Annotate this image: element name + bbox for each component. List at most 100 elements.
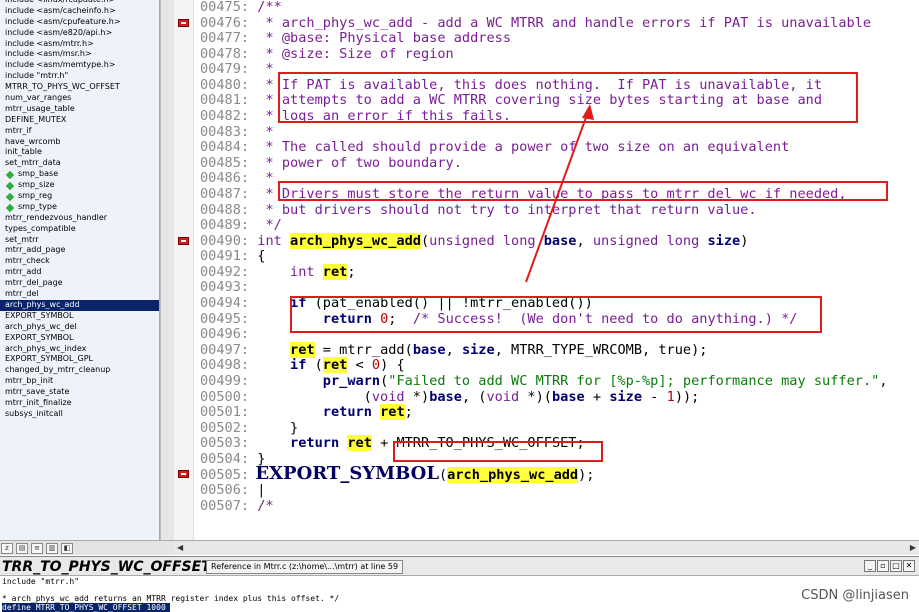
code-token: void bbox=[371, 388, 405, 405]
code-token: size bbox=[609, 388, 643, 405]
symbol-item-label: EXPORT_SYMBOL bbox=[5, 310, 74, 320]
code-token: return bbox=[290, 435, 340, 452]
code-token: ) { bbox=[380, 357, 405, 374]
symbol-item-label: mtrr_if bbox=[5, 125, 32, 135]
symbol-item[interactable]: EXPORT_SYMBOL bbox=[0, 311, 159, 322]
symbol-item-label: arch_phys_wc_add bbox=[5, 299, 80, 309]
code-token: ret bbox=[322, 263, 348, 280]
symbol-item[interactable]: set_mtrr_data bbox=[0, 158, 159, 169]
maximize-icon[interactable]: □ bbox=[890, 560, 902, 572]
code-token: , bbox=[576, 232, 593, 249]
symbol-item[interactable]: include <asm/e820/api.h> bbox=[0, 28, 159, 39]
symbol-item[interactable]: arch_phys_wc_add bbox=[0, 299, 159, 311]
symbol-item[interactable]: mtrr_del bbox=[0, 289, 159, 300]
function-marker-icon[interactable] bbox=[178, 236, 189, 245]
code-token: * power of two boundary. bbox=[249, 154, 462, 171]
code-token: * The called should provide a power of t… bbox=[249, 139, 790, 156]
symbol-item[interactable]: smp_type bbox=[0, 202, 159, 213]
symbol-item-label: types_compatible bbox=[5, 223, 76, 233]
symbol-item-label: subsys_initcall bbox=[5, 408, 63, 418]
symbol-item[interactable]: EXPORT_SYMBOL_GPL bbox=[0, 354, 159, 365]
symbol-item[interactable]: mtrr_save_state bbox=[0, 387, 159, 398]
code-token: */ bbox=[249, 217, 282, 234]
line-number: 00487: bbox=[200, 185, 250, 202]
context-reference-dropdown[interactable]: Reference in Mtrr.c (z:\home\...\mtrr) a… bbox=[206, 560, 404, 574]
code-token: * @size: Size of region bbox=[249, 45, 454, 62]
code-token: , MTRR_TYPE_WRCOMB, true); bbox=[494, 341, 708, 358]
code-token: ( bbox=[438, 467, 448, 484]
line-number: 00498: bbox=[200, 357, 250, 374]
symbol-item-label: DEFINE_MUTEX bbox=[5, 114, 67, 124]
symbol-item[interactable]: init_table bbox=[0, 147, 159, 158]
code-token: , bbox=[879, 372, 888, 389]
category-icon[interactable]: ▤ bbox=[16, 542, 28, 554]
symbol-item[interactable]: mtrr_usage_table bbox=[0, 104, 159, 115]
line-number: 00497: bbox=[200, 341, 250, 358]
symbol-item[interactable]: include <asm/msr.h> bbox=[0, 49, 159, 60]
symbol-item[interactable]: mtrr_bp_init bbox=[0, 376, 159, 387]
code-token: ( bbox=[306, 357, 323, 374]
symbol-item-label: changed_by_mtrr_cleanup bbox=[5, 365, 111, 375]
symbol-item-label: include "mtrr.h" bbox=[5, 71, 69, 81]
symbol-item[interactable]: smp_base bbox=[0, 169, 159, 180]
symbol-item[interactable]: smp_reg bbox=[0, 191, 159, 202]
browse-icon[interactable]: ◧ bbox=[61, 542, 73, 554]
code-line: 00478: * @size: Size of region bbox=[200, 46, 454, 62]
symbol-item[interactable]: have_wrcomb bbox=[0, 137, 159, 148]
symbol-item-label: EXPORT_SYMBOL bbox=[5, 332, 74, 342]
symbol-item[interactable]: set_mtrr bbox=[0, 235, 159, 246]
scroll-right-icon[interactable]: ▶ bbox=[910, 543, 916, 552]
code-token: size bbox=[707, 232, 741, 249]
code-token: base bbox=[543, 232, 577, 249]
symbol-item[interactable]: subsys_initcall bbox=[0, 409, 159, 420]
symbol-item[interactable]: mtrr_add_page bbox=[0, 245, 159, 256]
code-line: 00500: (void *)base, (void *)(base + siz… bbox=[200, 389, 699, 405]
symbol-item[interactable]: mtrr_rendezvous_handler bbox=[0, 213, 159, 224]
code-line: 00496: bbox=[200, 326, 249, 342]
symbol-item-label: mtrr_bp_init bbox=[5, 376, 54, 386]
symbol-item[interactable]: mtrr_check bbox=[0, 256, 159, 267]
symbol-item[interactable]: arch_phys_wc_del bbox=[0, 322, 159, 333]
symbol-item[interactable]: include <asm/memtype.h> bbox=[0, 60, 159, 71]
context-code-view[interactable]: include "mtrr.h" * arch_phys_wc_add retur… bbox=[0, 576, 919, 612]
symbol-item[interactable]: types_compatible bbox=[0, 224, 159, 235]
symbol-item[interactable]: include "mtrr.h" bbox=[0, 71, 159, 82]
symbol-item[interactable]: mtrr_del_page bbox=[0, 278, 159, 289]
function-marker-icon[interactable] bbox=[178, 470, 189, 479]
code-horizontal-scrollbar[interactable]: ◀ ▶ bbox=[174, 540, 919, 555]
watermark: CSDN @linjiasen bbox=[801, 588, 909, 603]
line-number: 00485: bbox=[200, 154, 250, 171]
code-token: | bbox=[249, 481, 266, 498]
function-marker-icon[interactable] bbox=[178, 18, 189, 27]
member-diamond-icon bbox=[5, 171, 15, 180]
restore-icon[interactable]: ▫ bbox=[877, 560, 889, 572]
list-view-icon[interactable]: ≡ bbox=[31, 542, 43, 554]
symbol-item[interactable]: mtrr_if bbox=[0, 126, 159, 137]
symbol-item[interactable]: changed_by_mtrr_cleanup bbox=[0, 365, 159, 376]
symbol-window-scrollbar[interactable] bbox=[160, 0, 174, 540]
symbol-item[interactable]: mtrr_init_finalize bbox=[0, 398, 159, 409]
minimize-icon[interactable]: _ bbox=[864, 560, 876, 572]
symbol-item[interactable]: include <asm/cacheinfo.h> bbox=[0, 6, 159, 17]
symbol-item[interactable]: smp_size bbox=[0, 180, 159, 191]
symbol-item[interactable]: include <asm/mtrr.h> bbox=[0, 39, 159, 50]
symbol-item-label: include <asm/memtype.h> bbox=[5, 60, 116, 70]
sort-icon[interactable]: z bbox=[1, 542, 13, 554]
book-icon[interactable]: ▥ bbox=[46, 542, 58, 554]
close-icon[interactable]: ✕ bbox=[903, 560, 915, 572]
line-number: 00492: bbox=[200, 263, 250, 280]
symbol-item[interactable]: arch_phys_wc_index bbox=[0, 344, 159, 355]
symbol-item[interactable]: include <asm/cpufeature.h> bbox=[0, 17, 159, 28]
symbol-item[interactable]: num_var_ranges bbox=[0, 93, 159, 104]
symbol-item[interactable]: MTRR_TO_PHYS_WC_OFFSET bbox=[0, 82, 159, 93]
code-line: 00499: pr_warn("Failed to add WC MTRR fo… bbox=[200, 373, 888, 389]
code-token: - bbox=[642, 388, 667, 405]
symbol-item[interactable]: mtrr_add bbox=[0, 267, 159, 278]
symbol-item[interactable]: DEFINE_MUTEX bbox=[0, 115, 159, 126]
scroll-left-icon[interactable]: ◀ bbox=[177, 543, 183, 552]
code-line: 00493: bbox=[200, 279, 249, 295]
line-number: 00500: bbox=[200, 388, 250, 405]
symbol-item[interactable]: EXPORT_SYMBOL bbox=[0, 333, 159, 344]
code-token: ); bbox=[578, 467, 595, 484]
